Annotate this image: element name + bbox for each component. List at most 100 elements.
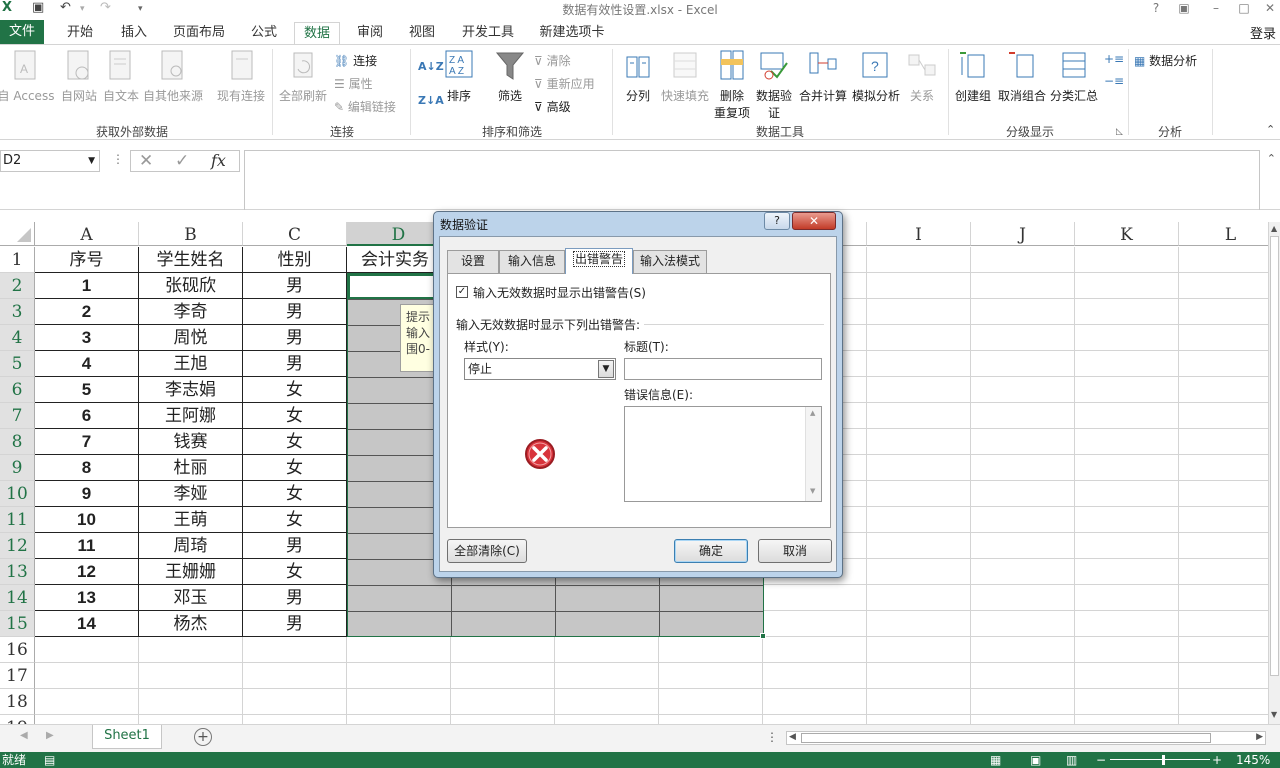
flash-fill-button[interactable]: 快速填充 xyxy=(658,49,712,104)
name-cell[interactable]: 邓玉 xyxy=(139,585,243,611)
zoom-slider-thumb[interactable] xyxy=(1162,755,1165,765)
scroll-left-icon[interactable]: ◀ xyxy=(789,732,796,742)
tab-review[interactable]: 审阅 xyxy=(348,22,392,44)
dialog-close-button[interactable]: ✕ xyxy=(792,212,836,230)
from-access-button[interactable]: A 自 Access xyxy=(0,49,56,104)
seq-cell[interactable]: 11 xyxy=(35,533,139,559)
name-cell[interactable]: 李娅 xyxy=(139,481,243,507)
data-validation-button[interactable]: 数据验 证 xyxy=(754,49,794,121)
horizontal-scrollbar[interactable]: ◀ ▶ xyxy=(786,731,1266,745)
row-header[interactable]: 6 xyxy=(0,377,35,403)
name-cell[interactable]: 周悦 xyxy=(139,325,243,351)
row-header[interactable]: 4 xyxy=(0,325,35,351)
column-header[interactable]: A xyxy=(35,222,139,246)
row-header[interactable]: 3 xyxy=(0,299,35,325)
cancel-button[interactable]: 取消 xyxy=(758,539,832,563)
table-header-cell[interactable]: 性别 xyxy=(243,247,347,273)
seq-cell[interactable]: 1 xyxy=(35,273,139,299)
tab-data[interactable]: 数据 xyxy=(294,22,340,44)
gender-cell[interactable]: 男 xyxy=(243,351,347,377)
row-header[interactable]: 11 xyxy=(0,507,35,533)
tab-split-icon[interactable]: ⋮ xyxy=(766,730,778,744)
show-alert-checkbox[interactable]: ✓ xyxy=(456,286,468,298)
scroll-down-icon[interactable]: ▼ xyxy=(810,487,815,495)
ok-button[interactable]: 确定 xyxy=(674,539,748,563)
fill-handle[interactable] xyxy=(760,633,766,639)
show-alert-label[interactable]: 输入无效数据时显示出错警告(S) xyxy=(473,284,646,301)
row-header[interactable]: 17 xyxy=(0,663,35,689)
title-input[interactable] xyxy=(624,358,822,380)
gender-cell[interactable]: 男 xyxy=(243,325,347,351)
zoom-slider[interactable] xyxy=(1110,759,1210,760)
hide-detail-icon[interactable]: −≡ xyxy=(1104,71,1124,91)
gender-cell[interactable]: 男 xyxy=(243,273,347,299)
tab-view[interactable]: 视图 xyxy=(400,22,444,44)
row-header[interactable]: 13 xyxy=(0,559,35,585)
column-header[interactable]: K xyxy=(1075,222,1179,246)
connections-button[interactable]: ⛓ 连接 xyxy=(334,51,377,71)
zoom-in-icon[interactable]: + xyxy=(1212,752,1222,768)
clear-filter-button[interactable]: ⊽ 清除 xyxy=(534,51,571,71)
gender-cell[interactable]: 女 xyxy=(243,559,347,585)
group-button[interactable]: 创建组 xyxy=(952,49,994,104)
tab-page-layout[interactable]: 页面布局 xyxy=(166,22,232,44)
select-all-corner[interactable] xyxy=(0,222,35,246)
column-header[interactable]: B xyxy=(139,222,243,246)
edit-links-button[interactable]: ✎ 编辑链接 xyxy=(334,97,396,117)
gender-cell[interactable]: 女 xyxy=(243,429,347,455)
error-message-textarea[interactable]: ▲ ▼ xyxy=(624,406,822,502)
style-dropdown-icon[interactable]: ▼ xyxy=(598,360,614,378)
subtotal-button[interactable]: 分类汇总 xyxy=(1048,49,1100,104)
tab-developer[interactable]: 开发工具 xyxy=(454,22,522,44)
filter-button[interactable]: 筛选 xyxy=(492,49,528,104)
name-cell[interactable]: 王阿娜 xyxy=(139,403,243,429)
tab-ime-mode[interactable]: 输入法模式 xyxy=(633,250,707,273)
row-header[interactable]: 8 xyxy=(0,429,35,455)
name-cell[interactable]: 周琦 xyxy=(139,533,243,559)
collapse-ribbon-icon[interactable]: ⌃ xyxy=(1266,123,1275,136)
seq-cell[interactable]: 7 xyxy=(35,429,139,455)
relationships-button[interactable]: 关系 xyxy=(904,49,940,104)
row-header[interactable]: 18 xyxy=(0,689,35,715)
prev-sheet-icon[interactable]: ◀ xyxy=(20,730,28,741)
gender-cell[interactable]: 女 xyxy=(243,455,347,481)
message-scrollbar[interactable]: ▲ ▼ xyxy=(805,407,821,501)
gender-cell[interactable]: 女 xyxy=(243,481,347,507)
name-cell[interactable]: 李奇 xyxy=(139,299,243,325)
from-web-button[interactable]: 自网站 xyxy=(58,49,100,104)
login-link[interactable]: 登录 xyxy=(1250,23,1276,42)
sheet-tab[interactable]: Sheet1 xyxy=(92,725,162,749)
column-header[interactable]: C xyxy=(243,222,347,246)
style-select[interactable]: 停止 ▼ xyxy=(464,358,616,380)
gender-cell[interactable]: 男 xyxy=(243,533,347,559)
row-header[interactable]: 5 xyxy=(0,351,35,377)
show-detail-icon[interactable]: +≡ xyxy=(1104,49,1124,69)
row-header[interactable]: 7 xyxy=(0,403,35,429)
seq-cell[interactable]: 8 xyxy=(35,455,139,481)
zoom-level[interactable]: 145% xyxy=(1236,752,1270,768)
column-header[interactable]: J xyxy=(971,222,1075,246)
row-header[interactable]: 1 xyxy=(0,247,35,273)
from-text-button[interactable]: 自文本 xyxy=(100,49,142,104)
what-if-analysis-button[interactable]: ? 模拟分析 xyxy=(850,49,902,104)
page-layout-view-icon[interactable]: ▣ xyxy=(1030,752,1041,768)
row-header[interactable]: 16 xyxy=(0,637,35,663)
maximize-icon[interactable]: □ xyxy=(1230,0,1258,18)
reapply-button[interactable]: ⊽ 重新应用 xyxy=(534,74,595,94)
add-sheet-icon[interactable]: + xyxy=(194,728,212,746)
sort-button[interactable]: Z AA Z 排序 xyxy=(440,49,478,104)
seq-cell[interactable]: 2 xyxy=(35,299,139,325)
name-cell[interactable]: 杨杰 xyxy=(139,611,243,637)
next-sheet-icon[interactable]: ▶ xyxy=(46,730,54,741)
seq-cell[interactable]: 12 xyxy=(35,559,139,585)
name-cell[interactable]: 李志娟 xyxy=(139,377,243,403)
cancel-entry-icon[interactable]: ✕ xyxy=(139,151,153,171)
from-other-sources-button[interactable]: 自其他来源 xyxy=(142,49,204,104)
gender-cell[interactable]: 女 xyxy=(243,507,347,533)
text-to-columns-button[interactable]: 分列 xyxy=(618,49,658,104)
seq-cell[interactable]: 4 xyxy=(35,351,139,377)
name-cell[interactable]: 杜丽 xyxy=(139,455,243,481)
close-icon[interactable]: ✕ xyxy=(1256,0,1280,18)
insert-function-icon[interactable]: fx xyxy=(211,151,226,170)
gender-cell[interactable]: 女 xyxy=(243,403,347,429)
